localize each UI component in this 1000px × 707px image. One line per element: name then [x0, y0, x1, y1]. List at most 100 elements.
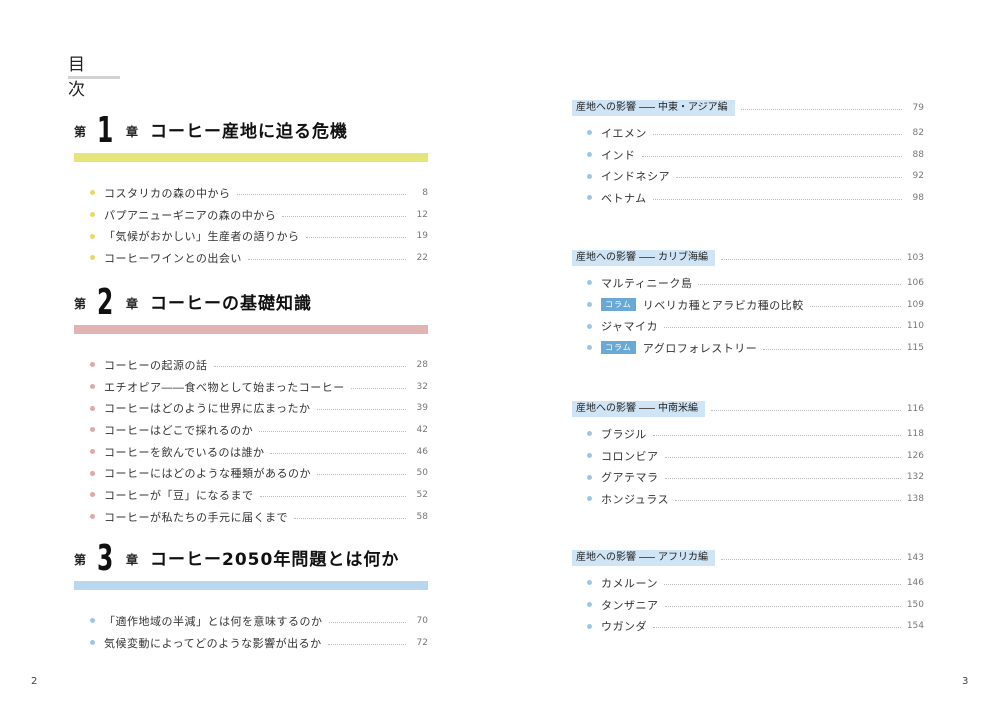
toc-entry[interactable]: コーヒーを飲んでいるのは誰か 46 [74, 441, 428, 463]
toc-entry[interactable]: イエメン 82 [572, 122, 924, 144]
region-middle-east-asia: 産地への影響 中東・アジア編 79 イエメン 82 インド 88 インドネシア 92 ベ… [572, 100, 924, 209]
toc-entry[interactable]: コーヒーワインとの出会い 22 [74, 247, 428, 269]
chapter-number: 3 [97, 538, 114, 579]
toc-entry[interactable]: コスタリカの森の中から 8 [74, 182, 428, 204]
toc-entry[interactable]: コロンビア 126 [572, 445, 924, 467]
chapter-prefix: 第 [74, 553, 87, 567]
bullet-dot-icon [90, 190, 95, 196]
toc-entry[interactable]: 「適作地域の半減」とは何を意味するのか 70 [74, 610, 428, 632]
chapter-color-bar [74, 325, 428, 334]
entry-page: 115 [906, 342, 924, 353]
toc-entry[interactable]: ブラジル 118 [572, 423, 924, 445]
entry-label: コスタリカの森の中から [104, 186, 231, 200]
entry-page: 8 [422, 187, 428, 198]
toc-entry[interactable]: グアテマラ 132 [572, 466, 924, 488]
toc-entry[interactable]: コラム アグロフォレストリー 115 [572, 337, 924, 359]
column-badge: コラム [601, 341, 636, 355]
chapter-heading: 第 1 章 コーヒー産地に迫る危機 [74, 112, 428, 149]
region-prefix: 産地への影響 [576, 102, 636, 113]
chapter-color-bar [74, 581, 428, 590]
toc-entry[interactable]: インド 88 [572, 144, 924, 166]
entry-label: アグロフォレストリー [642, 341, 758, 355]
entry-page: 88 [912, 149, 924, 160]
dot-leader [350, 387, 406, 389]
toc-entry[interactable]: コーヒーが「豆」になるまで 52 [74, 484, 428, 506]
dot-leader [328, 621, 406, 623]
region-prefix: 産地への影響 [576, 252, 636, 263]
entry-label: インドネシア [601, 170, 670, 184]
bullet-dot-icon [587, 152, 592, 158]
column-badge: コラム [601, 298, 636, 312]
entry-page: 46 [416, 446, 428, 457]
toc-entry[interactable]: タンザニア 150 [572, 594, 924, 616]
region-heading[interactable]: 産地への影響 中南米編 116 [572, 401, 924, 417]
entry-page: 58 [416, 511, 428, 522]
region-page: 143 [906, 553, 924, 563]
dash-separator [639, 556, 655, 558]
region-label-box: 産地への影響 カリブ海編 [572, 250, 715, 266]
region-name: 中南米編 [658, 403, 698, 414]
dot-leader [675, 499, 901, 501]
chapter-3: 第 3 章 コーヒー2050年問題とは何か 「適作地域の半減」とは何を意味するの… [74, 540, 428, 653]
entry-page: 109 [906, 299, 924, 310]
toc-entry[interactable]: コーヒーが私たちの手元に届くまで 58 [74, 506, 428, 528]
bullet-dot-icon [90, 640, 95, 646]
dot-leader [327, 643, 406, 645]
region-heading[interactable]: 産地への影響 アフリカ編 143 [572, 550, 924, 566]
toc-entry[interactable]: ホンジュラス 138 [572, 488, 924, 510]
toc-entry[interactable]: ジャマイカ 110 [572, 315, 924, 337]
chapter-suffix: 章 [126, 553, 139, 567]
toc-entry[interactable]: 「気候がおかしい」生産者の語りから 19 [74, 225, 428, 247]
entry-label: グアテマラ [601, 471, 659, 485]
toc-entry[interactable]: ベトナム 98 [572, 187, 924, 209]
entry-label: コーヒーが私たちの手元に届くまで [104, 510, 288, 524]
entry-label: コーヒーはどのように世界に広まったか [104, 402, 311, 416]
region-label-box: 産地への影響 中南米編 [572, 401, 705, 417]
toc-entry[interactable]: コラム リベリカ種とアラビカ種の比較 109 [572, 294, 924, 316]
toc-entry[interactable]: ウガンダ 154 [572, 615, 924, 637]
entry-label: インド [601, 148, 636, 162]
toc-entry[interactable]: エチオピア――食べ物として始まったコーヒー 32 [74, 376, 428, 398]
entry-page: 72 [416, 637, 428, 648]
toc-entry[interactable]: パプアニューギニアの森の中から 12 [74, 204, 428, 226]
bullet-dot-icon [587, 195, 592, 201]
dot-leader [236, 193, 406, 195]
toc-entry[interactable]: コーヒーにはどのような種類があるのか 50 [74, 462, 428, 484]
chapter-2: 第 2 章 コーヒーの基礎知識 コーヒーの起源の話 28 エチオピア――食べ物とし… [74, 284, 428, 528]
toc-entry[interactable]: コーヒーはどのように世界に広まったか 39 [74, 397, 428, 419]
dot-leader [763, 348, 901, 350]
region-prefix: 産地への影響 [576, 552, 636, 563]
toc-entry[interactable]: インドネシア 92 [572, 165, 924, 187]
chapter-suffix: 章 [126, 297, 139, 311]
region-heading[interactable]: 産地への影響 カリブ海編 103 [572, 250, 924, 266]
toc-entry[interactable]: 気候変動によってどのような影響が出るか 72 [74, 632, 428, 654]
bullet-dot-icon [90, 405, 95, 411]
bullet-dot-icon [90, 618, 95, 624]
bullet-dot-icon [587, 580, 592, 586]
entry-page: 39 [416, 403, 428, 414]
toc-entry[interactable]: カメルーン 146 [572, 572, 924, 594]
toc-entry[interactable]: マルティニーク島 106 [572, 272, 924, 294]
region-heading[interactable]: 産地への影響 中東・アジア編 79 [572, 100, 924, 116]
entry-page: 28 [416, 359, 428, 370]
entry-page: 12 [416, 209, 428, 220]
toc-entry[interactable]: コーヒーはどこで採れるのか 42 [74, 419, 428, 441]
bullet-dot-icon [587, 496, 592, 502]
entry-label: ウガンダ [601, 620, 647, 634]
toc-entry[interactable]: コーヒーの起源の話 28 [74, 354, 428, 376]
region-item-list: カメルーン 146 タンザニア 150 ウガンダ 154 [572, 572, 924, 637]
entry-label: 「気候がおかしい」生産者の語りから [104, 230, 300, 244]
entry-label: リベリカ種とアラビカ種の比較 [642, 298, 804, 312]
chapter-title[interactable]: コーヒー産地に迫る危機 [150, 117, 348, 142]
entry-label: コーヒーにはどのような種類があるのか [104, 467, 311, 481]
entry-page: 92 [912, 171, 924, 182]
region-label-box: 産地への影響 アフリカ編 [572, 550, 715, 566]
chapter-title[interactable]: コーヒーの基礎知識 [150, 289, 312, 314]
chapter-item-list: 「適作地域の半減」とは何を意味するのか 70 気候変動によってどのような影響が出る… [74, 610, 428, 653]
bullet-dot-icon [90, 492, 95, 498]
entry-page: 126 [906, 450, 924, 461]
chapter-title[interactable]: コーヒー2050年問題とは何か [150, 545, 399, 570]
bullet-dot-icon [587, 623, 592, 629]
dot-leader [664, 456, 901, 458]
chapter-prefix: 第 [74, 297, 87, 311]
